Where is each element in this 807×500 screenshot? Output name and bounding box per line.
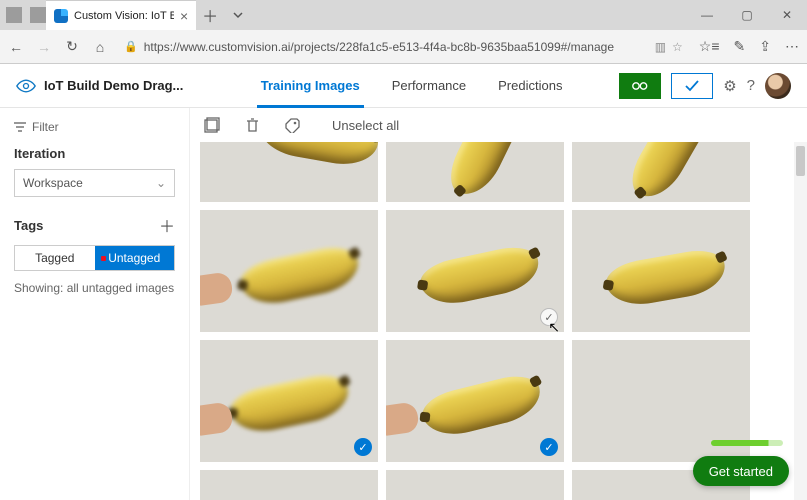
sidebar: Filter Iteration Workspace ⌄ Tags ＋ Tagg… (0, 108, 190, 500)
filter-icon (14, 122, 26, 132)
image-thumb[interactable] (572, 142, 750, 202)
image-thumb[interactable] (200, 470, 378, 500)
scrollbar-track[interactable] (794, 142, 807, 500)
back-button[interactable]: ← (8, 39, 24, 55)
delete-icon[interactable] (246, 118, 259, 133)
gears-icon (631, 80, 649, 92)
cursor-icon: ↖ (548, 319, 560, 332)
quick-test-button[interactable] (671, 73, 713, 99)
close-window-button[interactable]: ✕ (767, 0, 807, 30)
forward-button[interactable]: → (36, 39, 52, 55)
unselect-all-button[interactable]: Unselect all (332, 118, 399, 133)
image-thumb[interactable]: ✓ (386, 340, 564, 462)
home-button[interactable]: ⌂ (92, 39, 108, 55)
url-box[interactable]: 🔒 ▥ ☆ (120, 38, 687, 56)
browser-tab[interactable]: Custom Vision: IoT Build × (46, 0, 196, 30)
more-icon[interactable]: ⋯ (785, 38, 799, 55)
image-thumb[interactable]: ✓ (200, 340, 378, 462)
iteration-select[interactable]: Workspace ⌄ (14, 169, 175, 197)
tab-training-images[interactable]: Training Images (259, 64, 362, 107)
address-bar: ← → ↻ ⌂ 🔒 ▥ ☆ ☆≡ ✎ ⇪ ⋯ (0, 30, 807, 64)
toggle-tagged[interactable]: Tagged (15, 246, 95, 270)
user-avatar[interactable] (765, 73, 791, 99)
favorite-icon[interactable]: ☆ (672, 40, 683, 54)
iteration-value: Workspace (23, 176, 83, 190)
check-icon (684, 80, 700, 92)
customvision-logo-icon (16, 78, 36, 94)
get-started-button[interactable]: Get started (693, 456, 789, 486)
content-area: Filter Iteration Workspace ⌄ Tags ＋ Tagg… (0, 108, 807, 500)
grid-toolbar: Unselect all (190, 108, 807, 142)
url-input[interactable] (144, 40, 649, 54)
add-tag-button[interactable]: ＋ (159, 213, 175, 237)
selected-check-icon: ✓ (354, 438, 372, 456)
filter-header[interactable]: Filter (14, 120, 175, 134)
selected-check-icon: ✓ (540, 438, 558, 456)
app-icon-2 (30, 7, 46, 23)
upload-progress-bar (711, 440, 783, 446)
close-tab-icon[interactable]: × (180, 8, 188, 24)
image-thumb[interactable] (386, 470, 564, 500)
toggle-untagged[interactable]: Untagged (95, 246, 175, 270)
favicon-icon (54, 9, 68, 23)
tab-title: Custom Vision: IoT Build (74, 10, 174, 22)
new-tab-button[interactable]: ＋ (196, 0, 224, 30)
showing-text: Showing: all untagged images (14, 281, 175, 295)
pen-icon[interactable]: ✎ (734, 38, 746, 55)
image-thumb[interactable] (200, 210, 378, 332)
train-button[interactable] (619, 73, 661, 99)
tab-list-button[interactable] (224, 0, 252, 30)
help-icon[interactable]: ? (747, 77, 755, 94)
tab-predictions[interactable]: Predictions (496, 64, 564, 107)
image-thumb[interactable]: ✓↖ (386, 210, 564, 332)
image-thumb[interactable] (386, 142, 564, 202)
indicator-dot-icon (101, 256, 106, 261)
tags-title: Tags (14, 218, 43, 233)
reader-icon[interactable]: ▥ (655, 40, 666, 54)
refresh-button[interactable]: ↻ (64, 38, 80, 55)
image-thumb[interactable] (572, 210, 750, 332)
window-titlebar: Custom Vision: IoT Build × ＋ — ▢ ✕ (0, 0, 807, 30)
tag-icon[interactable] (285, 118, 300, 133)
filter-label: Filter (32, 120, 59, 134)
app-header: IoT Build Demo Drag... Training Images P… (0, 64, 807, 108)
image-thumb[interactable] (200, 142, 378, 202)
tag-filter-toggle: Tagged Untagged (14, 245, 175, 271)
app-icon-1 (6, 7, 22, 23)
settings-icon[interactable]: ⚙ (723, 77, 736, 95)
image-grid: ✓↖ ✓ ✓ (190, 142, 807, 500)
scrollbar-thumb[interactable] (796, 146, 805, 176)
tab-performance[interactable]: Performance (390, 64, 468, 107)
lock-icon: 🔒 (124, 40, 138, 53)
iteration-title: Iteration (14, 146, 175, 161)
project-name[interactable]: IoT Build Demo Drag... (44, 78, 204, 93)
share-icon[interactable]: ⇪ (759, 38, 771, 55)
maximize-button[interactable]: ▢ (727, 0, 767, 30)
minimize-button[interactable]: — (687, 0, 727, 30)
nav-tabs: Training Images Performance Predictions (204, 64, 619, 107)
add-images-icon[interactable] (204, 117, 220, 133)
favorites-hub-icon[interactable]: ☆≡ (699, 38, 720, 55)
chevron-down-icon: ⌄ (156, 176, 166, 190)
